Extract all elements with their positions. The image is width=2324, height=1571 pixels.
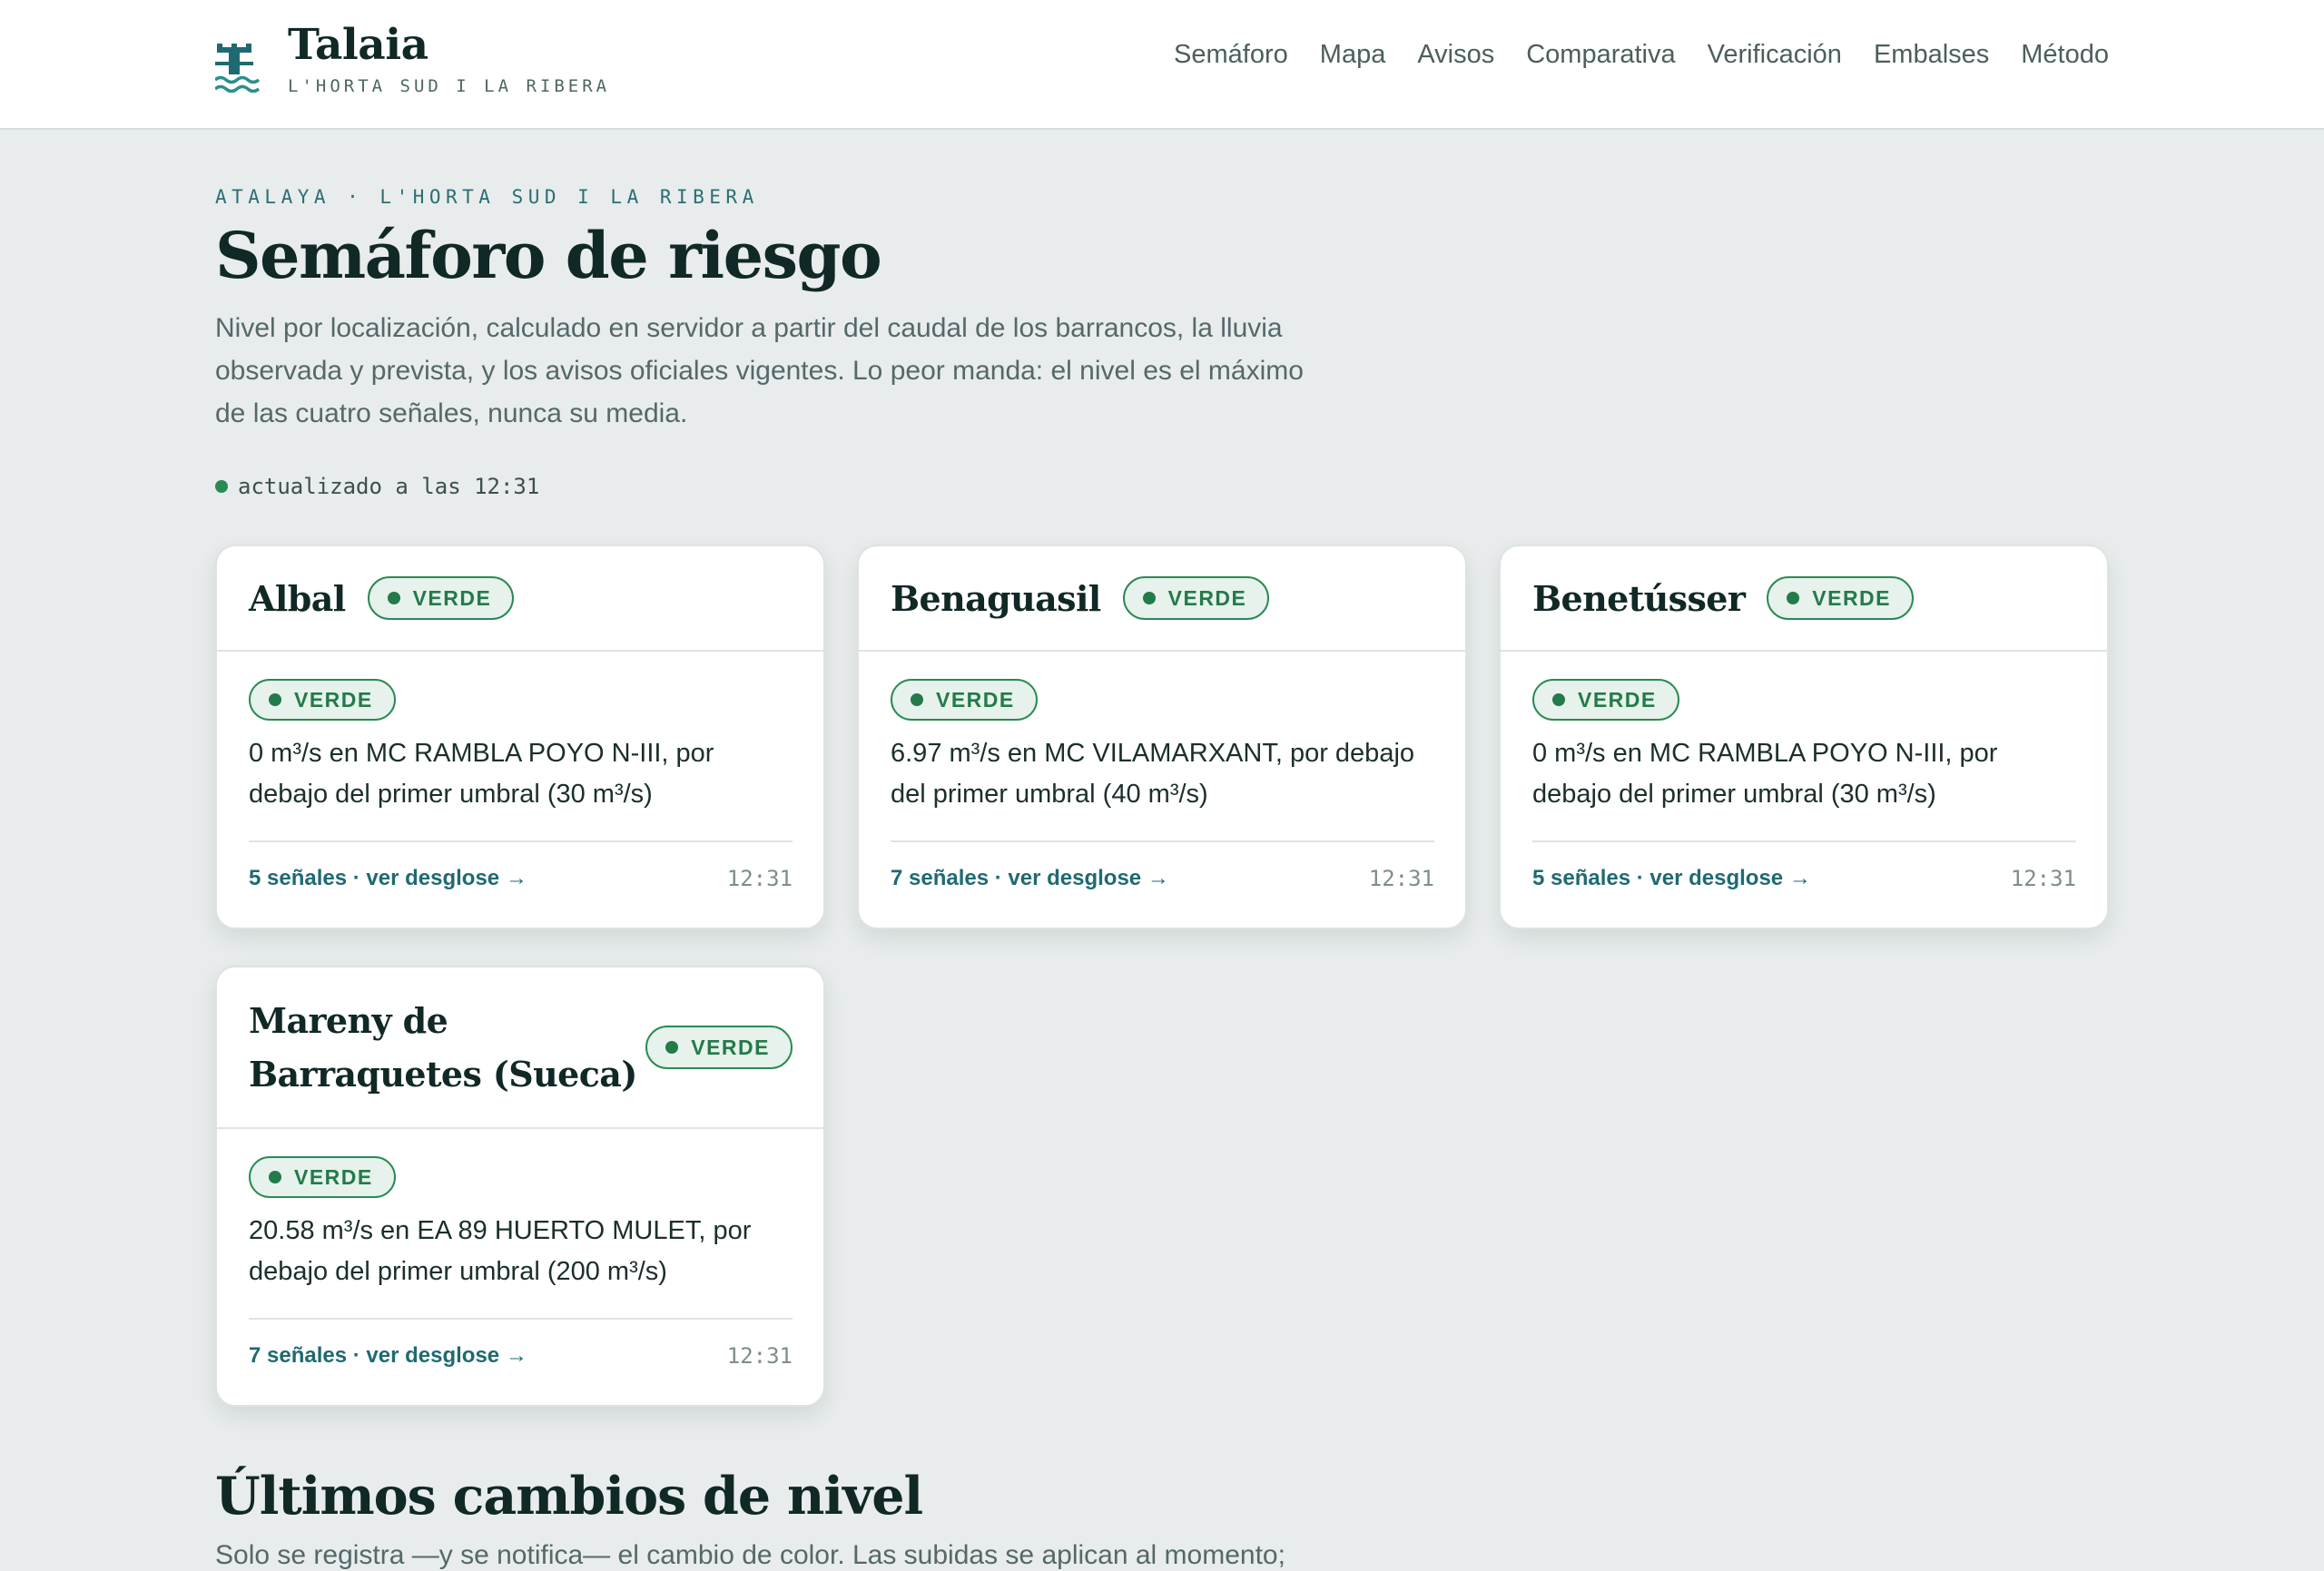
- location-name: Benetússer: [1532, 577, 1746, 619]
- nav-semaforo[interactable]: Semáforo: [1174, 40, 1288, 70]
- level-label: VERDE: [1812, 585, 1892, 610]
- card-header: Albal VERDE: [217, 546, 823, 652]
- card-body: VERDE 0 m³/s en MC RAMBLA POYO N-III, po…: [1501, 652, 2107, 815]
- signal-description: 0 m³/s en MC RAMBLA POYO N-III, por deba…: [1532, 739, 1998, 809]
- card-header: Mareny de Barraquetes (Sueca) VERDE: [217, 967, 823, 1129]
- live-status-dot-icon: [215, 480, 228, 493]
- nav-verificacion[interactable]: Verificación: [1708, 40, 1842, 70]
- location-name: Benaguasil: [891, 577, 1101, 619]
- update-status-text: actualizado a las 12:31: [238, 474, 540, 499]
- card-footer: 7 señales · ver desglose → 12:31: [891, 840, 1434, 928]
- signal-level-label: VERDE: [936, 687, 1015, 712]
- location-card-mareny-de-barraquetes[interactable]: Mareny de Barraquetes (Sueca) VERDE VERD…: [215, 966, 825, 1407]
- card-footer: 5 señales · ver desglose → 12:31: [1532, 840, 2076, 928]
- update-status: actualizado a las 12:31: [215, 474, 539, 499]
- breakdown-link[interactable]: 5 señales · ver desglose →: [249, 866, 527, 891]
- page-description: Nivel por localización, calculado en ser…: [215, 313, 1304, 428]
- level-dot-icon: [387, 592, 400, 604]
- signal-level-badge: VERDE: [249, 1156, 396, 1198]
- card-header: Benetússer VERDE: [1501, 546, 2107, 652]
- nav-comparativa[interactable]: Comparativa: [1526, 40, 1675, 70]
- card-timestamp: 12:31: [726, 866, 793, 891]
- location-card-benetusser[interactable]: Benetússer VERDE VERDE 0 m³/s en MC RAMB…: [1499, 545, 2109, 929]
- page-eyebrow: ATALAYA · L'HORTA SUD I LA RIBERA: [215, 186, 759, 208]
- card-footer: 5 señales · ver desglose → 12:31: [249, 840, 793, 928]
- level-badge: VERDE: [367, 576, 515, 620]
- level-dot-icon: [665, 1041, 679, 1054]
- signal-description: 6.97 m³/s en MC VILAMARXANT, por debajo …: [891, 739, 1415, 809]
- level-badge: VERDE: [1122, 576, 1270, 620]
- card-body: VERDE 20.58 m³/s en EA 89 HUERTO MULET, …: [217, 1129, 823, 1292]
- signal-level-label: VERDE: [294, 1164, 373, 1189]
- signal-level-badge: VERDE: [249, 679, 396, 721]
- card-body: VERDE 0 m³/s en MC RAMBLA POYO N-III, po…: [217, 652, 823, 815]
- signal-level-badge: VERDE: [891, 679, 1038, 721]
- location-card-albal[interactable]: Albal VERDE VERDE 0 m³/s en MC RAMBLA PO…: [215, 545, 825, 929]
- nav-avisos[interactable]: Avisos: [1417, 40, 1494, 70]
- brand-name: Talaia: [288, 20, 428, 70]
- level-dot-icon: [269, 693, 281, 706]
- watchtower-logo-icon: [215, 44, 261, 93]
- level-dot-icon: [1552, 693, 1565, 706]
- brand[interactable]: Talaia L'HORTA SUD I LA RIBERA: [215, 20, 610, 111]
- nav-mapa[interactable]: Mapa: [1320, 40, 1386, 70]
- location-name: Albal: [249, 577, 346, 619]
- signal-level-label: VERDE: [294, 687, 373, 712]
- signal-description: 20.58 m³/s en EA 89 HUERTO MULET, por de…: [249, 1216, 752, 1286]
- brand-tagline: L'HORTA SUD I LA RIBERA: [288, 76, 611, 96]
- level-dot-icon: [1787, 592, 1800, 604]
- level-dot-icon: [1142, 592, 1156, 604]
- page-title: Semáforo de riesgo: [215, 218, 882, 293]
- level-changes-title: Últimos cambios de nivel: [215, 1466, 923, 1527]
- card-footer: 7 señales · ver desglose → 12:31: [249, 1318, 793, 1405]
- breakdown-link[interactable]: 5 señales · ver desglose →: [1532, 866, 1811, 891]
- site-header: Talaia L'HORTA SUD I LA RIBERA Semáforo …: [0, 0, 2324, 130]
- signal-level-label: VERDE: [1578, 687, 1657, 712]
- nav-metodo[interactable]: Método: [2021, 40, 2109, 70]
- main-nav: Semáforo Mapa Avisos Comparativa Verific…: [1174, 40, 2109, 70]
- card-header: Benaguasil VERDE: [859, 546, 1465, 652]
- level-label: VERDE: [691, 1035, 770, 1059]
- level-label: VERDE: [412, 585, 492, 610]
- signal-level-badge: VERDE: [1532, 679, 1679, 721]
- card-timestamp: 12:31: [726, 1343, 793, 1369]
- card-timestamp: 12:31: [2010, 866, 2076, 891]
- card-body: VERDE 6.97 m³/s en MC VILAMARXANT, por d…: [859, 652, 1465, 815]
- level-badge: VERDE: [645, 1026, 793, 1069]
- card-timestamp: 12:31: [1368, 866, 1434, 891]
- level-dot-icon: [269, 1171, 281, 1183]
- breakdown-link[interactable]: 7 señales · ver desglose →: [891, 866, 1169, 891]
- signal-description: 0 m³/s en MC RAMBLA POYO N-III, por deba…: [249, 739, 714, 809]
- level-changes-description: Solo se registra —y se notifica— el camb…: [215, 1540, 1285, 1570]
- level-label: VERDE: [1167, 585, 1247, 610]
- level-dot-icon: [911, 693, 923, 706]
- nav-embalses[interactable]: Embalses: [1874, 40, 1989, 70]
- location-name: Mareny de Barraquetes (Sueca): [249, 1000, 637, 1095]
- brand-text: Talaia L'HORTA SUD I LA RIBERA: [288, 20, 610, 96]
- location-card-benaguasil[interactable]: Benaguasil VERDE VERDE 6.97 m³/s en MC V…: [857, 545, 1467, 929]
- level-badge: VERDE: [1767, 576, 1915, 620]
- breakdown-link[interactable]: 7 señales · ver desglose →: [249, 1343, 527, 1369]
